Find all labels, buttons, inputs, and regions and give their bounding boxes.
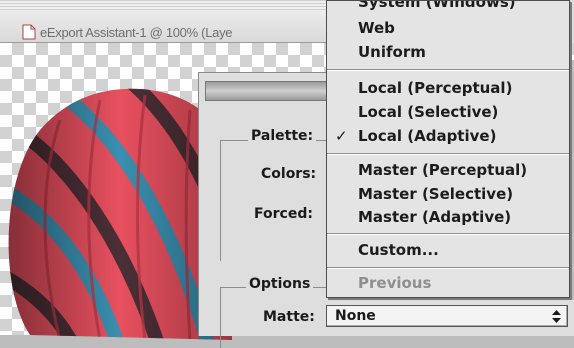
checkmark-icon: ✓ xyxy=(335,127,348,145)
menu-item-custom[interactable]: Custom... xyxy=(358,241,439,259)
menu-item-uniform[interactable]: Uniform xyxy=(358,43,426,61)
menu-separator xyxy=(327,233,569,235)
matte-select[interactable]: None xyxy=(326,305,568,327)
matte-selected-value: None xyxy=(335,308,376,324)
matte-label: Matte: xyxy=(260,309,318,325)
menu-item-local-adaptive[interactable]: Local (Adaptive) xyxy=(358,127,496,145)
options-label: Options xyxy=(246,276,314,292)
palette-popup-menu: System (Windows) Web Uniform Local (Perc… xyxy=(326,0,570,298)
up-down-arrows-icon xyxy=(552,310,561,323)
menu-separator xyxy=(327,267,569,269)
document-icon xyxy=(22,24,36,40)
palette-label: Palette: xyxy=(248,128,317,144)
document-title: eExport Assistant-1 @ 100% (Laye xyxy=(40,25,233,40)
menu-item-local-perceptual[interactable]: Local (Perceptual) xyxy=(358,79,512,97)
menu-item-master-adaptive[interactable]: Master (Adaptive) xyxy=(358,208,511,226)
titlebar-stripes xyxy=(0,0,340,10)
menu-item-local-selective[interactable]: Local (Selective) xyxy=(358,103,498,121)
menu-separator xyxy=(327,153,569,155)
document-titlebar[interactable]: eExport Assistant-1 @ 100% (Laye xyxy=(0,0,340,43)
menu-item-master-selective[interactable]: Master (Selective) xyxy=(358,185,513,203)
menu-item-web[interactable]: Web xyxy=(358,19,395,37)
menu-item-master-perceptual[interactable]: Master (Perceptual) xyxy=(358,161,527,179)
menu-item-system-windows[interactable]: System (Windows) xyxy=(358,1,516,11)
forced-label: Forced: xyxy=(251,206,316,222)
menu-item-previous: Previous xyxy=(358,274,432,292)
colors-label: Colors: xyxy=(258,166,320,182)
menu-separator xyxy=(327,69,569,71)
